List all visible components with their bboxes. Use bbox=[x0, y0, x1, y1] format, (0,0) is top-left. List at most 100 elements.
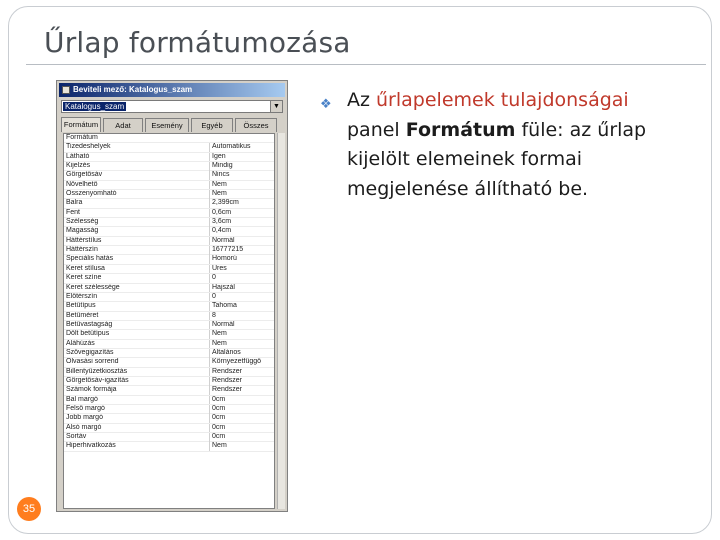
property-value[interactable]: Mindig bbox=[209, 162, 274, 171]
bullet-line-2: panel Formátum füle: az űrlap bbox=[320, 116, 700, 146]
property-value[interactable]: Tahoma bbox=[209, 302, 274, 311]
property-value[interactable]: 0 bbox=[209, 292, 274, 302]
property-row[interactable]: Háttérszín. . . . . . . . . . . . . . . … bbox=[64, 246, 274, 256]
control-select[interactable]: Katalogus_szam ▼ bbox=[61, 100, 283, 113]
property-row[interactable]: Speciális hatás. . . . . . . . . . . . .… bbox=[64, 255, 274, 265]
property-value[interactable]: Nem bbox=[209, 180, 274, 190]
property-row[interactable]: Szövegigazítás. . . . . . . . . . . . . … bbox=[64, 348, 274, 359]
property-value[interactable]: Normál bbox=[209, 320, 274, 330]
property-row[interactable]: Betűtípus. . . . . . . . . . . . . . . .… bbox=[64, 302, 274, 312]
tab-all[interactable]: Összes bbox=[235, 118, 277, 132]
property-value[interactable]: 8 bbox=[209, 311, 274, 321]
property-row[interactable]: Hiperhivatkozás. . . . . . . . . . . . .… bbox=[64, 442, 274, 452]
property-value[interactable]: Hajszál bbox=[209, 283, 274, 293]
property-label: Háttérstílus bbox=[66, 236, 102, 244]
property-value[interactable]: 0cm bbox=[209, 433, 274, 442]
property-row[interactable]: Jobb margó. . . . . . . . . . . . . . . … bbox=[64, 414, 274, 424]
property-row[interactable]: Aláhúzás. . . . . . . . . . . . . . . . … bbox=[64, 339, 274, 349]
tab-event[interactable]: Esemény bbox=[145, 118, 189, 132]
property-row[interactable]: Szélesség. . . . . . . . . . . . . . . .… bbox=[64, 218, 274, 228]
property-value[interactable]: 3,6cm bbox=[209, 218, 274, 227]
property-label: Keret szélessége bbox=[66, 283, 120, 291]
property-value[interactable]: Homorú bbox=[209, 255, 274, 265]
property-value[interactable]: Nem bbox=[209, 330, 274, 339]
property-value[interactable]: Automatikus bbox=[209, 143, 274, 152]
property-value[interactable]: 2,399cm bbox=[209, 199, 274, 208]
property-value[interactable]: 0,6cm bbox=[209, 208, 274, 218]
property-label: Görgetősáv bbox=[66, 171, 103, 179]
page-number-badge: 35 bbox=[17, 497, 41, 521]
property-value[interactable]: Nem bbox=[209, 190, 274, 199]
property-value[interactable]: 16777215 bbox=[209, 246, 274, 255]
tab-data[interactable]: Adat bbox=[103, 118, 143, 132]
property-row[interactable]: Háttérstílus. . . . . . . . . . . . . . … bbox=[64, 236, 274, 247]
property-value[interactable]: Normál bbox=[209, 236, 274, 246]
property-row[interactable]: Betűvastagság. . . . . . . . . . . . . .… bbox=[64, 320, 274, 331]
property-value[interactable]: Nem bbox=[209, 339, 274, 349]
property-grid: Formátum. . . . . . . . . . . . . . . . … bbox=[63, 133, 275, 509]
property-value[interactable]: 0,4cm bbox=[209, 227, 274, 237]
property-label: Olvasási sorrend bbox=[66, 358, 119, 366]
property-row[interactable]: Látható. . . . . . . . . . . . . . . . .… bbox=[64, 152, 274, 163]
property-row[interactable]: Előtérszín. . . . . . . . . . . . . . . … bbox=[64, 292, 274, 303]
bullet-line-2-post: füle: az űrlap bbox=[515, 118, 647, 141]
property-value[interactable]: 0 bbox=[209, 274, 274, 283]
property-row[interactable]: Görgetősáv-igazítás. . . . . . . . . . .… bbox=[64, 376, 274, 387]
control-select-value: Katalogus_szam bbox=[63, 102, 127, 111]
property-label: Látható bbox=[66, 152, 90, 160]
property-row[interactable]: Összenyomható. . . . . . . . . . . . . .… bbox=[64, 190, 274, 200]
property-label: Szélesség bbox=[66, 218, 99, 226]
property-label: Kijelzés bbox=[66, 162, 91, 170]
property-row[interactable]: Billentyűzetkiosztás. . . . . . . . . . … bbox=[64, 367, 274, 377]
property-value[interactable]: Igen bbox=[209, 152, 274, 162]
property-row[interactable]: Dőlt betűtípus. . . . . . . . . . . . . … bbox=[64, 330, 274, 340]
property-label: Háttérszín bbox=[66, 246, 98, 254]
bullet-line-1: Az űrlapelemek tulajdonságai bbox=[320, 86, 700, 116]
bullet-highlight: űrlapelemek tulajdonságai bbox=[376, 89, 629, 111]
property-value[interactable]: 0cm bbox=[209, 414, 274, 423]
property-row[interactable]: Keret színe. . . . . . . . . . . . . . .… bbox=[64, 274, 274, 284]
property-row[interactable]: Görgetősáv. . . . . . . . . . . . . . . … bbox=[64, 171, 274, 181]
property-label: Hiperhivatkozás bbox=[66, 442, 116, 450]
property-value[interactable]: 0cm bbox=[209, 423, 274, 433]
property-value[interactable]: Általános bbox=[209, 348, 274, 358]
property-label: Balra bbox=[66, 199, 83, 207]
property-value[interactable]: 0cm bbox=[209, 404, 274, 414]
property-label: Keret stílusa bbox=[66, 264, 105, 272]
property-row[interactable]: Balra. . . . . . . . . . . . . . . . . .… bbox=[64, 199, 274, 209]
property-row[interactable]: Olvasási sorrend. . . . . . . . . . . . … bbox=[64, 358, 274, 368]
property-row[interactable]: Sortáv. . . . . . . . . . . . . . . . . … bbox=[64, 433, 274, 443]
bullet-line-2-pre: panel bbox=[347, 118, 406, 141]
slide-title: Űrlap formátumozása bbox=[44, 26, 351, 59]
property-label: Betűméret bbox=[66, 311, 99, 319]
property-row[interactable]: Keret stílusa. . . . . . . . . . . . . .… bbox=[64, 264, 274, 275]
property-row[interactable]: Formátum. . . . . . . . . . . . . . . . … bbox=[64, 134, 274, 144]
property-row[interactable]: Kijelzés. . . . . . . . . . . . . . . . … bbox=[64, 162, 274, 172]
properties-window-titlebar[interactable]: Beviteli mező: Katalogus_szam bbox=[59, 83, 285, 97]
property-label: Jobb margó bbox=[66, 414, 103, 422]
property-row[interactable]: Fent. . . . . . . . . . . . . . . . . . … bbox=[64, 208, 274, 219]
property-value[interactable]: Nincs bbox=[209, 171, 274, 180]
property-value[interactable]: Környezetfüggő bbox=[209, 358, 274, 367]
property-value[interactable]: Rendszer bbox=[209, 367, 274, 377]
property-row[interactable]: Betűméret. . . . . . . . . . . . . . . .… bbox=[64, 311, 274, 321]
property-label: Keret színe bbox=[66, 274, 102, 282]
property-value[interactable]: Rendszer bbox=[209, 386, 274, 395]
property-row[interactable]: Számok formája. . . . . . . . . . . . . … bbox=[64, 386, 274, 396]
property-value[interactable]: 0cm bbox=[209, 395, 274, 405]
property-value[interactable]: Üres bbox=[209, 264, 274, 274]
property-row[interactable]: Keret szélessége. . . . . . . . . . . . … bbox=[64, 283, 274, 293]
property-label: Betűvastagság bbox=[66, 320, 113, 328]
chevron-down-icon[interactable]: ▼ bbox=[270, 101, 282, 112]
property-row[interactable]: Alsó margó. . . . . . . . . . . . . . . … bbox=[64, 423, 274, 433]
property-value[interactable]: Nem bbox=[209, 442, 274, 451]
property-row[interactable]: Növelhető. . . . . . . . . . . . . . . .… bbox=[64, 180, 274, 191]
property-row[interactable]: Tizedeshelyek. . . . . . . . . . . . . .… bbox=[64, 143, 274, 153]
property-row[interactable]: Felső margó. . . . . . . . . . . . . . .… bbox=[64, 404, 274, 415]
property-row[interactable]: Magasság. . . . . . . . . . . . . . . . … bbox=[64, 227, 274, 237]
vertical-scrollbar[interactable] bbox=[277, 133, 285, 509]
property-value[interactable]: Rendszer bbox=[209, 376, 274, 386]
tab-format[interactable]: Formátum bbox=[61, 117, 101, 132]
property-row[interactable]: Bal margó. . . . . . . . . . . . . . . .… bbox=[64, 395, 274, 405]
tab-other[interactable]: Egyéb bbox=[191, 118, 233, 132]
